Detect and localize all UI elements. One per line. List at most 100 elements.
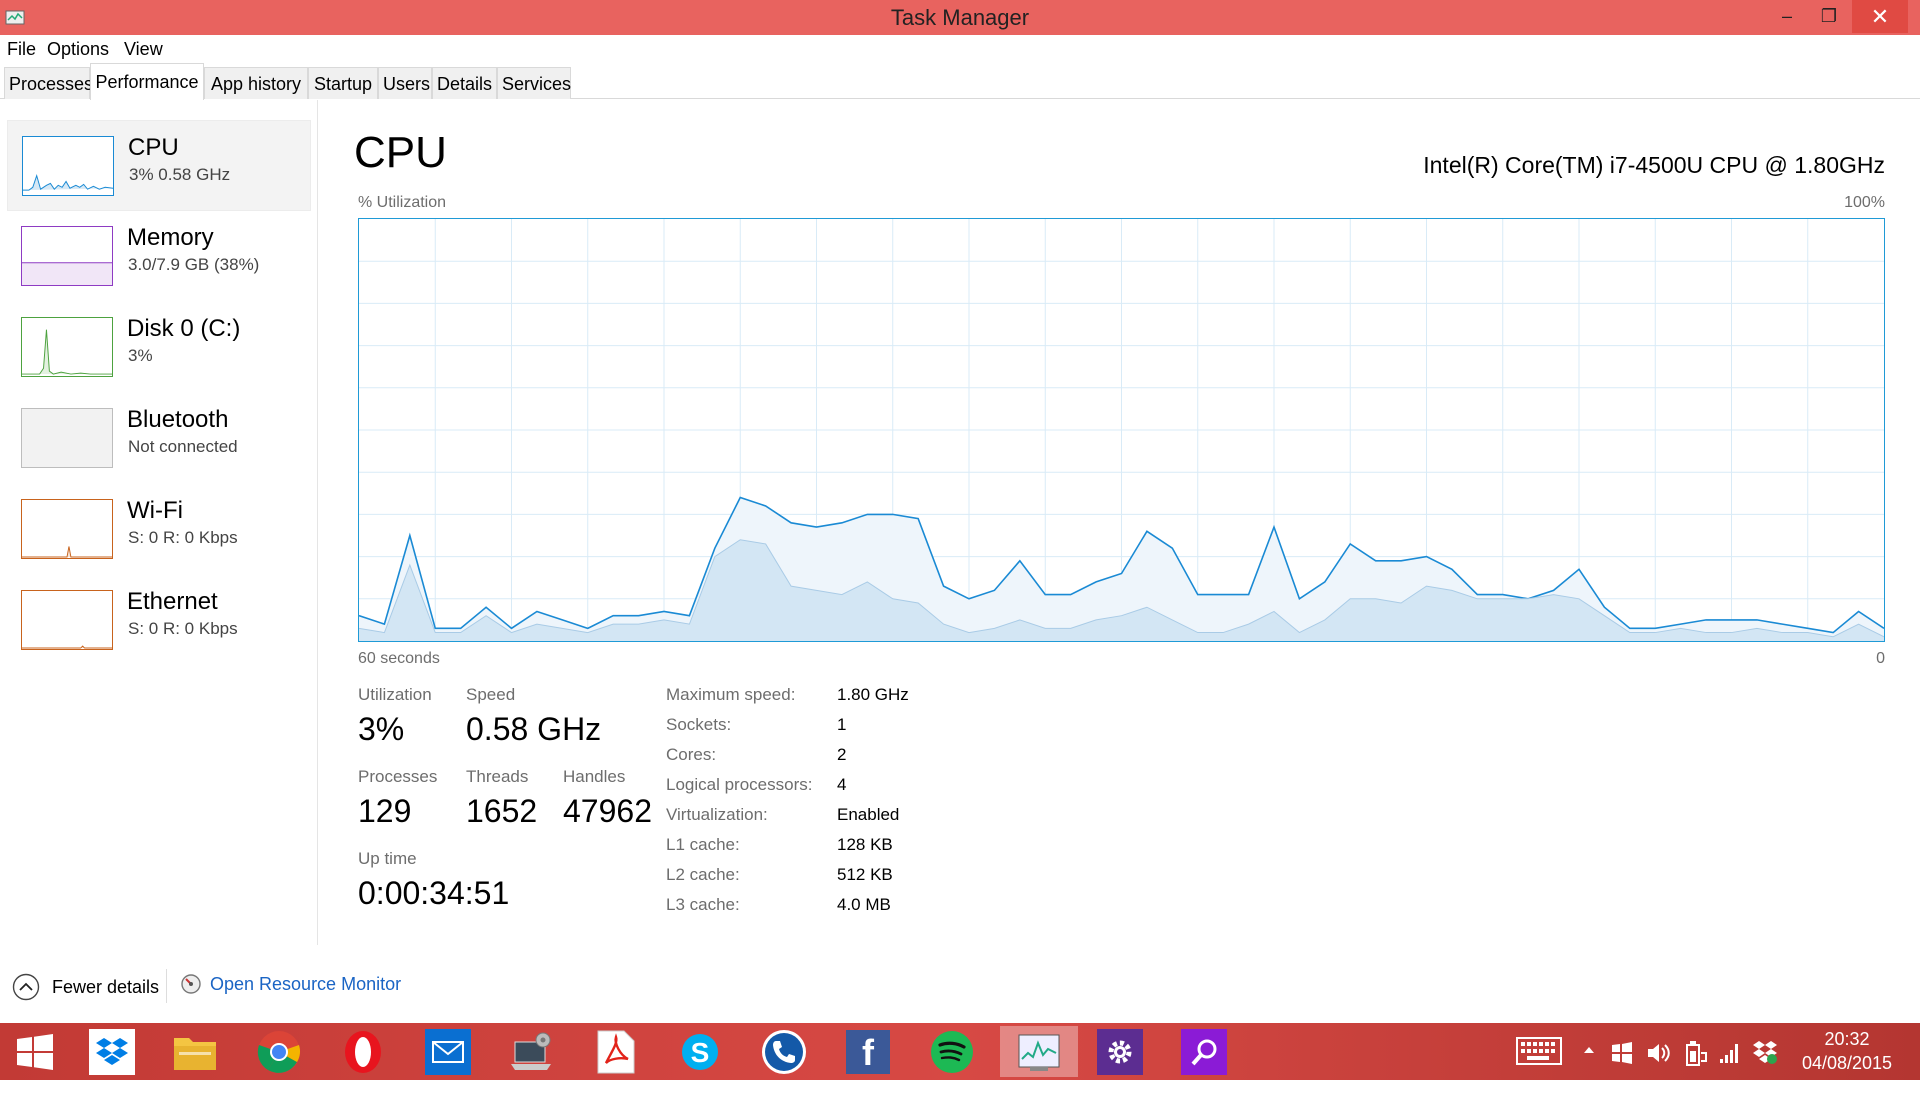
sidebar-item-sub: 3% 0.58 GHz: [129, 165, 231, 184]
sidebar-item-memory[interactable]: Memory 3.0/7.9 GB (38%): [7, 211, 311, 302]
start-button[interactable]: [0, 1026, 70, 1077]
taskbar-adobe-reader[interactable]: [580, 1026, 652, 1077]
dropbox-icon: [89, 1028, 135, 1075]
taskbar-spotify[interactable]: [916, 1026, 988, 1077]
utilization-label: Utilization: [358, 685, 432, 704]
tab-services[interactable]: Services: [497, 67, 571, 99]
sidebar-item-wifi[interactable]: Wi-Fi S: 0 R: 0 Kbps: [7, 484, 311, 575]
skype-icon: S: [682, 1033, 718, 1070]
sidebar-item-sub: Not connected: [128, 437, 238, 456]
maximize-button[interactable]: ❐: [1806, 0, 1852, 33]
processes-label: Processes: [358, 767, 438, 786]
x-axis-right-label: 0: [1876, 650, 1885, 667]
tab-app-history[interactable]: App history: [204, 67, 308, 99]
open-resource-monitor-link[interactable]: Open Resource Monitor: [180, 973, 401, 995]
taskbar-dropbox[interactable]: [76, 1026, 148, 1077]
spec-value: 512 KB: [837, 865, 893, 884]
wifi-signal-icon[interactable]: [1718, 1039, 1742, 1096]
menu-view[interactable]: View: [124, 39, 163, 60]
handles-label: Handles: [563, 767, 626, 786]
threads-label: Threads: [466, 767, 529, 786]
cpu-detail-panel: CPU Intel(R) Core(TM) i7-4500U CPU @ 1.8…: [318, 100, 1920, 945]
spec-value: 1.80 GHz: [837, 685, 909, 704]
dropbox-tray-icon[interactable]: [1752, 1039, 1778, 1096]
spec-key: Maximum speed:: [666, 685, 796, 704]
spec-value: 4: [837, 775, 847, 794]
spec-key: Sockets:: [666, 715, 732, 734]
ethernet-thumbnail-graph: [21, 590, 113, 650]
action-center-flag-icon[interactable]: [1610, 1041, 1634, 1098]
uptime-label: Up time: [358, 849, 417, 868]
battery-icon[interactable]: [1684, 1039, 1708, 1096]
minimize-button[interactable]: –: [1764, 0, 1810, 33]
taskbar-opera[interactable]: [327, 1026, 399, 1077]
cpu-utilization-graph: [358, 218, 1885, 642]
taskbar-chrome[interactable]: [243, 1026, 315, 1077]
resource-sidebar: CPU 3% 0.58 GHz Memory 3.0/7.9 GB (38%) …: [0, 100, 318, 945]
mail-icon: [425, 1028, 471, 1075]
bluetooth-thumbnail-graph: [21, 408, 113, 468]
page-title: CPU: [354, 128, 447, 177]
handles-value: 47962: [563, 793, 652, 829]
window-title: Task Manager: [890, 5, 1030, 30]
taskbar-file-explorer[interactable]: [159, 1026, 231, 1077]
clock[interactable]: 20:32 04/08/2015: [1782, 1029, 1912, 1086]
taskbar-control-panel[interactable]: [496, 1026, 568, 1077]
taskbar-skype[interactable]: S: [664, 1026, 736, 1077]
sidebar-item-label: Disk 0 (C:): [127, 315, 241, 342]
tab-details[interactable]: Details: [432, 67, 497, 99]
spec-key: Virtualization:: [666, 805, 768, 824]
tab-startup[interactable]: Startup: [308, 67, 378, 99]
taskbar-settings[interactable]: [1084, 1026, 1156, 1077]
speed-value: 0.58 GHz: [466, 711, 602, 747]
sidebar-item-sub: 3.0/7.9 GB (38%): [128, 255, 260, 274]
sidebar-item-cpu[interactable]: CPU 3% 0.58 GHz: [7, 120, 311, 211]
chevron-up-circle-icon: [12, 973, 40, 1001]
spec-key: L3 cache:: [666, 895, 740, 914]
spec-key: L2 cache:: [666, 865, 740, 884]
menu-options[interactable]: Options: [47, 39, 109, 60]
tab-users[interactable]: Users: [378, 67, 432, 99]
close-button[interactable]: ✕: [1852, 0, 1908, 33]
taskbar-task-manager[interactable]: [1000, 1026, 1078, 1077]
wifi-thumbnail-graph: [21, 499, 113, 559]
taskbar-phone[interactable]: [748, 1026, 820, 1077]
touch-keyboard-icon[interactable]: [1516, 1037, 1562, 1094]
title-bar: Task Manager – ❐ ✕: [0, 0, 1920, 35]
y-axis-label: % Utilization: [358, 194, 447, 211]
clock-time: 20:32: [1824, 1029, 1870, 1049]
phone-icon: [762, 1029, 806, 1074]
fewer-details-button[interactable]: Fewer details: [12, 973, 159, 1001]
taskbar-facebook[interactable]: f: [832, 1026, 904, 1077]
menu-file[interactable]: File: [7, 39, 36, 60]
footer-divider: [166, 969, 167, 1003]
open-resource-monitor-label: Open Resource Monitor: [210, 973, 402, 994]
adobe-reader-icon: [597, 1030, 635, 1073]
chrome-icon: [257, 1030, 300, 1073]
taskbar-mail[interactable]: [412, 1026, 484, 1077]
spec-key: Logical processors:: [666, 775, 813, 794]
processes-value: 129: [358, 793, 412, 829]
sidebar-item-sub: S: 0 R: 0 Kbps: [128, 528, 238, 547]
show-hidden-icons-chevron-icon[interactable]: [1582, 1043, 1596, 1100]
volume-icon[interactable]: [1646, 1041, 1672, 1098]
tab-performance[interactable]: Performance: [90, 63, 204, 100]
folder-icon: [174, 1037, 216, 1070]
memory-thumbnail-graph: [21, 226, 113, 286]
opera-icon: [345, 1030, 381, 1073]
spec-value: 2: [837, 745, 847, 764]
tab-strip: Processes Performance App history Startu…: [0, 63, 1920, 100]
sidebar-item-ethernet[interactable]: Ethernet S: 0 R: 0 Kbps: [7, 575, 311, 666]
sidebar-item-bluetooth[interactable]: Bluetooth Not connected: [7, 393, 311, 484]
sidebar-item-sub: 3%: [128, 346, 153, 365]
taskbar-search[interactable]: [1168, 1026, 1240, 1077]
windows-logo-icon: [17, 1033, 53, 1070]
tab-processes[interactable]: Processes: [4, 67, 93, 99]
sidebar-item-disk[interactable]: Disk 0 (C:) 3%: [7, 302, 311, 393]
threads-value: 1652: [466, 793, 538, 829]
spec-key: Cores:: [666, 745, 717, 764]
spec-value: 1: [837, 715, 847, 734]
spotify-icon: [931, 1030, 973, 1073]
sidebar-item-label: Ethernet: [127, 588, 218, 615]
fewer-details-label: Fewer details: [52, 976, 160, 997]
